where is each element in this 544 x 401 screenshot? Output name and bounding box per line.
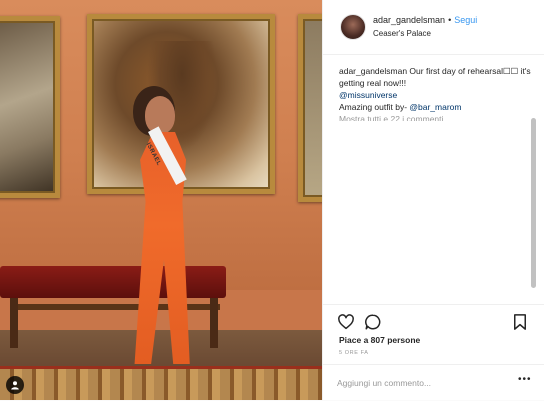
comment-input[interactable] <box>337 375 507 391</box>
view-all-comments-link[interactable]: Mostra tutti e 22 i commenti <box>339 113 535 121</box>
post-caption: adar_gandelsman Our first day of rehears… <box>339 65 535 113</box>
user-tag-icon[interactable] <box>6 376 24 394</box>
avatar[interactable] <box>340 14 366 40</box>
post-timestamp: 5 ORE FA <box>339 350 369 356</box>
follow-button[interactable]: Segui <box>454 15 477 25</box>
bookmark-icon[interactable] <box>511 313 529 331</box>
username-link[interactable]: adar_gandelsman <box>373 15 445 25</box>
painting-right <box>298 14 322 202</box>
mention-missuniverse[interactable]: @missuniverse <box>339 90 397 100</box>
action-bar <box>323 304 544 335</box>
caption-username[interactable]: adar_gandelsman <box>339 66 407 76</box>
separator-dot: • <box>448 15 452 25</box>
post-sidebar: adar_gandelsman • Segui Ceaser's Palace ad… <box>322 0 544 400</box>
comments-scrollbar[interactable] <box>531 118 536 288</box>
painting-left <box>0 16 60 198</box>
comment-row: ••• <box>323 364 544 401</box>
photo-sofa <box>0 266 226 298</box>
post-photo[interactable]: ISRAEL <box>0 0 322 400</box>
post-username-row: adar_gandelsman • Segui <box>373 15 477 25</box>
mention-bar-marom[interactable]: @bar_marom <box>409 102 461 112</box>
likes-count[interactable]: Piace a 807 persone <box>339 335 420 345</box>
comment-bubble-icon[interactable] <box>364 313 382 331</box>
location-link[interactable]: Ceaser's Palace <box>373 29 431 38</box>
more-options-icon[interactable]: ••• <box>518 374 532 385</box>
photo-rug <box>0 366 322 400</box>
post-header: adar_gandelsman • Segui Ceaser's Palace <box>323 0 544 55</box>
heart-icon[interactable] <box>337 313 355 331</box>
instagram-post: ISRAEL adar_gandelsman • Segui Ceaser's Pa… <box>0 0 544 400</box>
caption-outfit-text: Amazing outfit by- <box>339 102 410 112</box>
